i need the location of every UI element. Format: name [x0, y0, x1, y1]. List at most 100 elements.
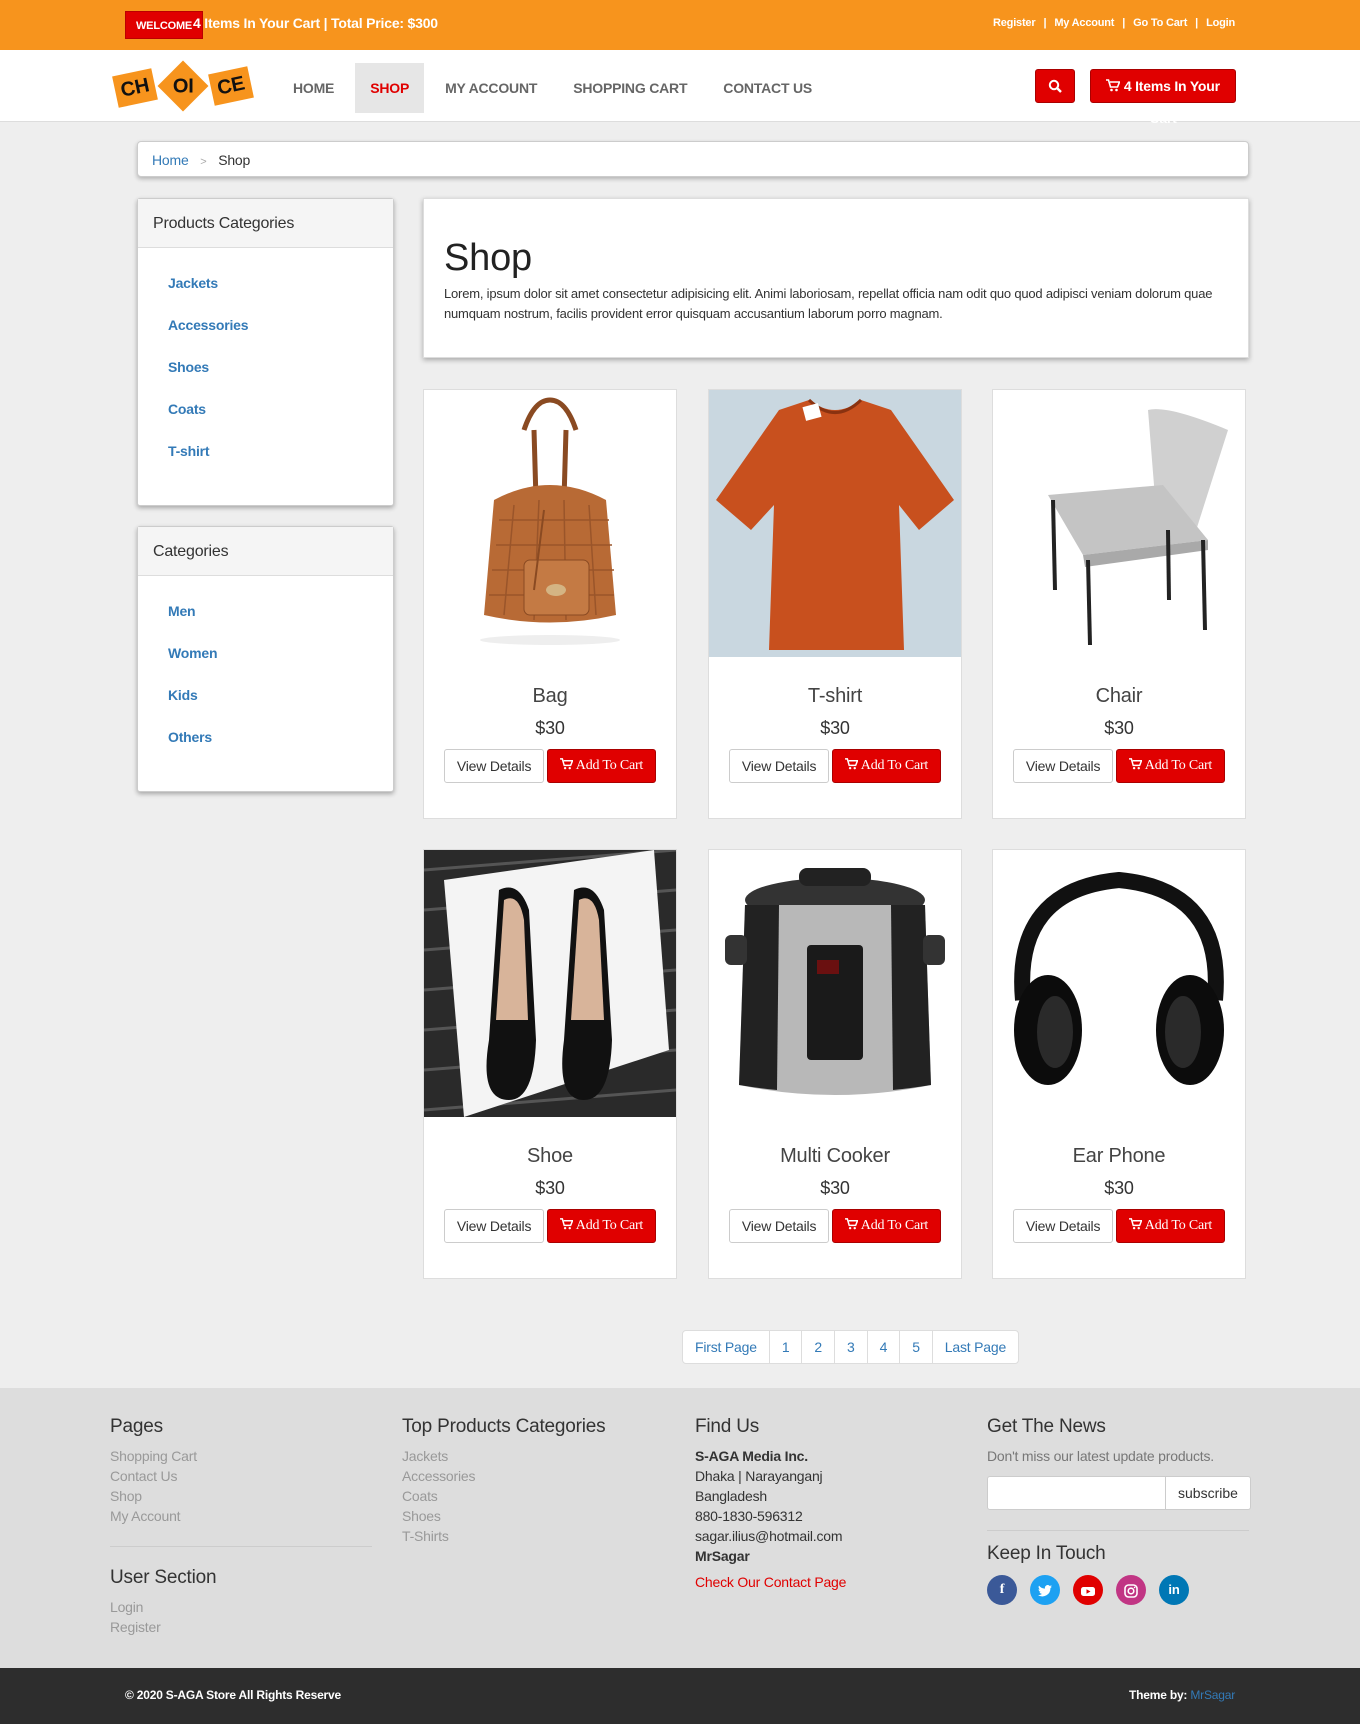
footer-link-shopping-cart[interactable]: Shopping Cart	[110, 1446, 372, 1466]
add-to-cart-button[interactable]: Add To Cart	[547, 749, 657, 783]
address-line: Dhaka | Narayanganj	[695, 1468, 823, 1484]
footer-top-categories-title: Top Products Categories	[402, 1416, 606, 1437]
theme-author-link[interactable]: MrSagar	[1190, 1688, 1235, 1702]
category-coats[interactable]: Coats	[168, 388, 393, 430]
page-1[interactable]: 1	[768, 1331, 802, 1363]
my-account-link[interactable]: My Account	[1054, 17, 1114, 29]
phone-number: 880-1830-596312	[695, 1508, 803, 1524]
footer-category-coats[interactable]: Coats	[402, 1486, 664, 1506]
footer-pages: Pages Shopping Cart Contact Us Shop My A…	[110, 1416, 372, 1637]
product-image-bag[interactable]	[424, 390, 676, 657]
footer-link-my-account[interactable]: My Account	[110, 1506, 372, 1526]
add-to-cart-button[interactable]: Add To Cart	[1116, 749, 1226, 783]
subscribe-button[interactable]: subscribe	[1166, 1476, 1251, 1510]
search-icon	[1048, 79, 1062, 93]
copyright-text: © 2020 S-AGA Store All Rights Reserve	[125, 1688, 341, 1702]
product-name: Bag	[532, 685, 568, 707]
nav-home[interactable]: HOME	[278, 63, 349, 113]
page-3[interactable]: 3	[834, 1331, 867, 1363]
view-details-button[interactable]: View Details	[728, 749, 830, 783]
email-subscribe-input[interactable]	[987, 1476, 1166, 1510]
product-image-multi-cooker[interactable]	[709, 850, 961, 1117]
footer-find-us: Find Us S-AGA Media Inc. Dhaka | Narayan…	[695, 1416, 957, 1590]
cart-button[interactable]: 4 Items In Your Cart	[1090, 69, 1236, 126]
breadcrumb: Home > Shop	[137, 141, 1249, 177]
instagram-icon[interactable]	[1116, 1575, 1146, 1605]
category-shoes[interactable]: Shoes	[168, 346, 393, 388]
footer-link-login[interactable]: Login	[110, 1597, 372, 1617]
category-men[interactable]: Men	[168, 590, 393, 632]
product-price: $30	[1104, 1178, 1134, 1198]
products-categories-panel: Products Categories Jackets Accessories …	[137, 198, 394, 506]
categories-list: Men Women Kids Others	[138, 576, 393, 758]
twitter-icon[interactable]	[1030, 1575, 1060, 1605]
product-image-chair[interactable]	[993, 390, 1245, 657]
welcome-badge: WELCOME	[125, 11, 204, 39]
product-image-shoe[interactable]	[424, 850, 676, 1117]
product-price: $30	[820, 718, 850, 738]
product-name: Multi Cooker	[780, 1145, 890, 1167]
product-card: Chair $30 View Details Add To Cart	[992, 389, 1246, 819]
page-4[interactable]: 4	[866, 1331, 900, 1363]
add-to-cart-button[interactable]: Add To Cart	[832, 749, 942, 783]
facebook-icon[interactable]: f	[987, 1575, 1017, 1605]
footer-category-jackets[interactable]: Jackets	[402, 1446, 664, 1466]
add-to-cart-button[interactable]: Add To Cart	[1116, 1209, 1226, 1243]
register-link[interactable]: Register	[993, 17, 1036, 29]
category-tshirt[interactable]: T-shirt	[168, 430, 393, 472]
product-image-tshirt[interactable]	[709, 390, 961, 657]
footer-link-register[interactable]: Register	[110, 1617, 372, 1637]
page-last[interactable]: Last Page	[931, 1331, 1018, 1363]
category-jackets[interactable]: Jackets	[168, 262, 393, 304]
view-details-button[interactable]: View Details	[443, 1209, 545, 1243]
footer-category-tshirts[interactable]: T-Shirts	[402, 1526, 664, 1546]
product-name: Ear Phone	[1072, 1145, 1166, 1167]
bottom-bar: © 2020 S-AGA Store All Rights Reserve Th…	[0, 1668, 1360, 1724]
add-to-cart-button[interactable]: Add To Cart	[547, 1209, 657, 1243]
add-to-cart-button[interactable]: Add To Cart	[832, 1209, 942, 1243]
nav-contact-us[interactable]: CONTACT US	[708, 63, 827, 113]
social-links: f in	[987, 1575, 1249, 1605]
search-button[interactable]	[1035, 69, 1075, 103]
footer-link-shop[interactable]: Shop	[110, 1486, 372, 1506]
nav-shopping-cart[interactable]: SHOPPING CART	[558, 63, 702, 113]
product-name: Chair	[1095, 685, 1143, 707]
login-link[interactable]: Login	[1206, 17, 1235, 29]
logo-part-oi: OI	[172, 75, 194, 97]
contact-page-link[interactable]: Check Our Contact Page	[695, 1574, 957, 1590]
cart-summary: 4 Items In Your Cart | Total Price: $300	[193, 15, 438, 31]
main-navbar: CH OI CE HOME SHOP MY ACCOUNT SHOPPING C…	[0, 50, 1360, 126]
category-women[interactable]: Women	[168, 632, 393, 674]
go-to-cart-link[interactable]: Go To Cart	[1133, 17, 1187, 29]
category-kids[interactable]: Kids	[168, 674, 393, 716]
product-image-ear-phone[interactable]	[993, 850, 1245, 1117]
breadcrumb-home[interactable]: Home	[152, 152, 189, 168]
page-2[interactable]: 2	[801, 1331, 834, 1363]
product-price: $30	[820, 1178, 850, 1198]
separator: |	[1122, 17, 1126, 29]
view-details-button[interactable]: View Details	[443, 749, 545, 783]
view-details-button[interactable]: View Details	[1012, 749, 1114, 783]
nav-my-account[interactable]: MY ACCOUNT	[430, 63, 552, 113]
nav-shop[interactable]: SHOP	[355, 63, 425, 113]
logo[interactable]: CH OI CE	[112, 60, 255, 112]
product-price: $30	[1104, 718, 1134, 738]
category-accessories[interactable]: Accessories	[168, 304, 393, 346]
page-first[interactable]: First Page	[683, 1331, 769, 1363]
footer-category-shoes[interactable]: Shoes	[402, 1506, 664, 1526]
linkedin-icon[interactable]: in	[1159, 1575, 1189, 1605]
footer-top-categories: Top Products Categories Jackets Accessor…	[402, 1416, 664, 1546]
nav-menu: HOME SHOP MY ACCOUNT SHOPPING CART CONTA…	[278, 63, 833, 113]
view-details-button[interactable]: View Details	[1012, 1209, 1114, 1243]
page-5[interactable]: 5	[899, 1331, 932, 1363]
product-card: Multi Cooker $30 View Details Add To Car…	[708, 849, 962, 1279]
cart-icon	[1129, 758, 1143, 770]
category-others[interactable]: Others	[168, 716, 393, 758]
address-country: Bangladesh	[695, 1488, 767, 1504]
keep-in-touch-title: Keep In Touch	[987, 1543, 1106, 1564]
footer-link-contact-us[interactable]: Contact Us	[110, 1466, 372, 1486]
company-name: S-AGA Media Inc.	[695, 1448, 808, 1464]
youtube-icon[interactable]	[1073, 1575, 1103, 1605]
footer-category-accessories[interactable]: Accessories	[402, 1466, 664, 1486]
view-details-button[interactable]: View Details	[728, 1209, 830, 1243]
